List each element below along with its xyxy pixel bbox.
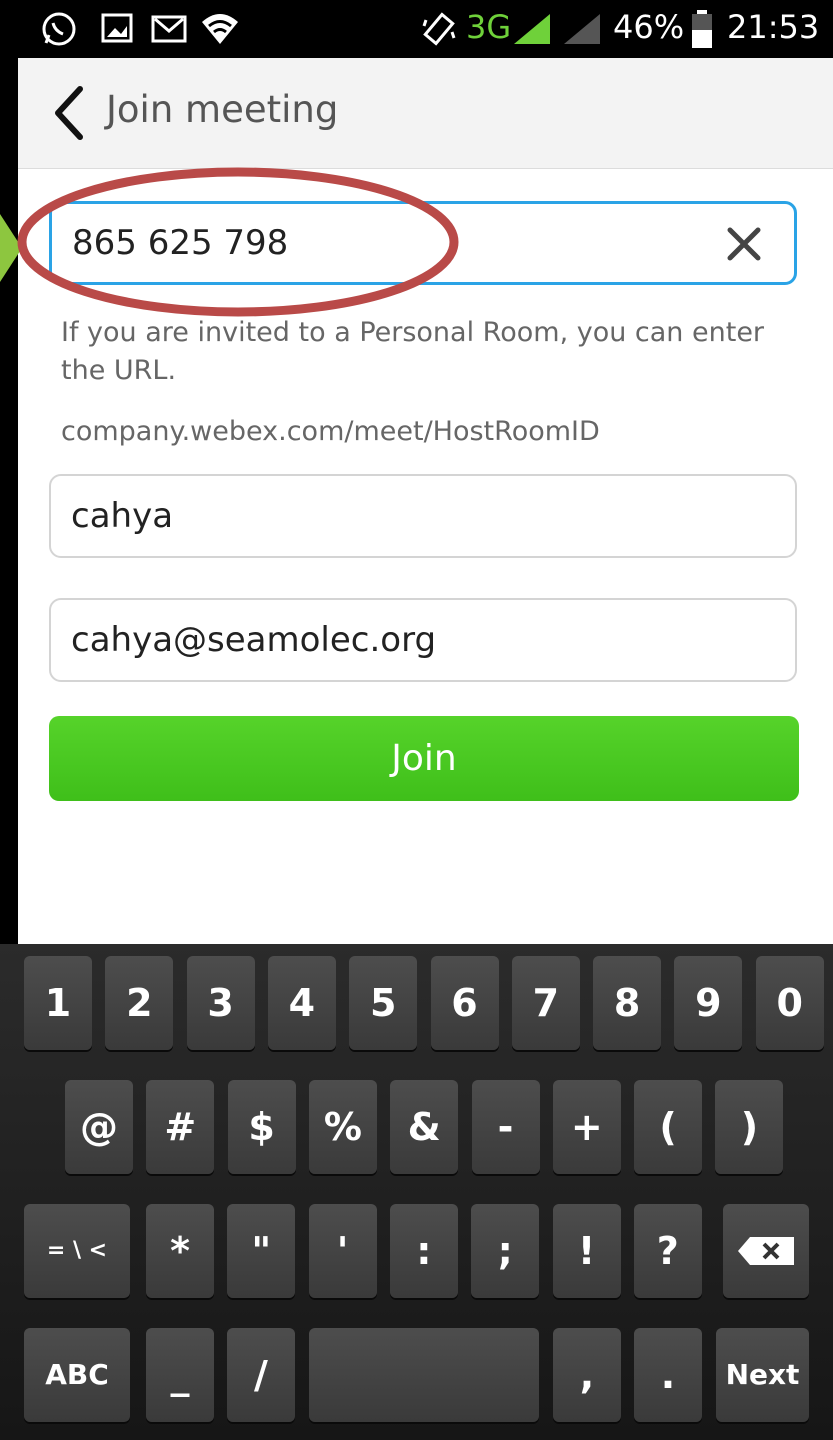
- status-bar: 3G 46% 21:53: [0, 0, 833, 58]
- name-field[interactable]: [49, 474, 797, 558]
- battery-percent: 46%: [613, 8, 685, 46]
- key[interactable]: $: [227, 1080, 296, 1174]
- on-screen-keyboard: 1 2 3 4 5 6 7 8 9 0 @ # $% & - +() = \ < * " ':;!? ABC _ /,. Ne…: [0, 944, 833, 1440]
- key[interactable]: :: [389, 1204, 458, 1298]
- key[interactable]: /: [227, 1328, 295, 1422]
- key[interactable]: !: [552, 1204, 621, 1298]
- key[interactable]: 2: [105, 956, 174, 1050]
- key[interactable]: 6: [430, 956, 499, 1050]
- email-input[interactable]: [71, 600, 711, 680]
- url-example-hint: company.webex.com/meet/HostRoomID: [61, 416, 600, 447]
- key[interactable]: 8: [593, 956, 662, 1050]
- signal-icon: [564, 14, 600, 44]
- key[interactable]: ?: [633, 1204, 702, 1298]
- space-key[interactable]: [309, 1328, 539, 1422]
- close-icon: [727, 227, 761, 261]
- key[interactable]: _: [146, 1328, 214, 1422]
- key[interactable]: %: [308, 1080, 377, 1174]
- email-field[interactable]: [49, 598, 797, 682]
- key[interactable]: 3: [186, 956, 255, 1050]
- key-more-symbols[interactable]: = \ <: [24, 1204, 130, 1298]
- clear-button[interactable]: [724, 224, 764, 264]
- backspace-key[interactable]: [723, 1204, 809, 1298]
- key[interactable]: 4: [267, 956, 336, 1050]
- network-type: 3G: [466, 8, 512, 46]
- gallery-icon: [101, 13, 133, 43]
- key[interactable]: (: [634, 1080, 703, 1174]
- key[interactable]: 0: [755, 956, 824, 1050]
- key[interactable]: .: [634, 1328, 702, 1422]
- key[interactable]: 5: [349, 956, 418, 1050]
- gmail-icon: [151, 15, 187, 43]
- key[interactable]: #: [146, 1080, 215, 1174]
- next-key[interactable]: Next: [716, 1328, 809, 1422]
- page-title: Join meeting: [106, 88, 339, 131]
- key[interactable]: ;: [471, 1204, 540, 1298]
- key[interactable]: ': [308, 1204, 377, 1298]
- key[interactable]: 1: [24, 956, 92, 1050]
- key[interactable]: -: [471, 1080, 540, 1174]
- key[interactable]: @: [65, 1080, 133, 1174]
- key[interactable]: *: [146, 1204, 214, 1298]
- key[interactable]: ,: [553, 1328, 621, 1422]
- backspace-icon: [738, 1237, 794, 1265]
- personal-room-hint: If you are invited to a Personal Room, y…: [61, 317, 765, 386]
- whatsapp-icon: [42, 12, 76, 46]
- app-bar: Join meeting: [18, 58, 833, 169]
- clock: 21:53: [727, 8, 820, 46]
- key[interactable]: 7: [511, 956, 580, 1050]
- vibrate-icon: [422, 12, 456, 46]
- key[interactable]: ): [715, 1080, 784, 1174]
- battery-icon: [692, 10, 712, 48]
- key[interactable]: 9: [674, 956, 743, 1050]
- join-button[interactable]: Join: [49, 716, 799, 801]
- signal-icon: [514, 14, 550, 44]
- chevron-left-icon: [55, 86, 83, 140]
- key[interactable]: ": [227, 1204, 296, 1298]
- name-input[interactable]: [71, 476, 711, 556]
- wifi-icon: [202, 14, 238, 44]
- key[interactable]: +: [552, 1080, 621, 1174]
- abc-key[interactable]: ABC: [24, 1328, 130, 1422]
- annotation-ellipse: [17, 167, 459, 317]
- back-button[interactable]: [46, 83, 96, 143]
- key[interactable]: &: [390, 1080, 459, 1174]
